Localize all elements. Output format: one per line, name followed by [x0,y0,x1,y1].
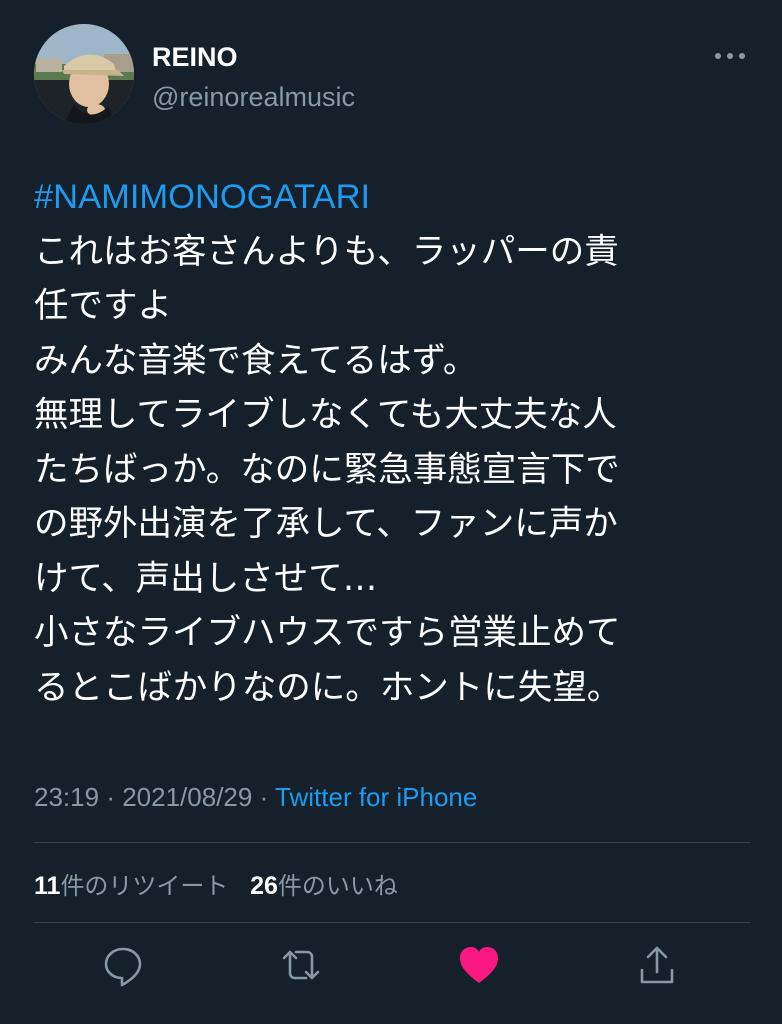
retweet-button[interactable] [276,940,326,990]
user-handle[interactable]: @reinorealmusic [152,82,355,113]
meta-separator: · [259,782,269,812]
reply-icon [104,947,142,987]
tweet-metadata: 23:19 · 2021/08/29 · Twitter for iPhone [34,782,477,813]
likes-count: 26 [250,872,278,900]
tweet-stats: 11件のリツイート 26件のいいね [34,866,412,901]
tweet-line: けて、声出しさせて… [34,558,378,599]
tweet-time: 23:19 [34,782,100,812]
divider [34,922,750,923]
tweet-line: これはお客さんよりも、ラッパーの責 [34,231,619,272]
user-display-name[interactable]: REINO [152,42,238,73]
retweets-count: 11 [34,872,61,900]
share-button[interactable] [632,940,682,990]
retweets-stat[interactable]: 11件のリツイート [34,866,228,901]
tweet-line: るとこばかりなのに。ホントに失望。 [34,667,622,708]
tweet-date[interactable]: 2021/08/29 [122,782,252,812]
meta-separator: · [106,782,115,812]
retweet-icon [282,950,320,980]
tweet-line: の野外出演を了承して、ファンに声か [34,504,618,544]
divider [34,842,750,843]
tweet-line: 小さなライブハウスですら営業止めて [34,613,621,653]
tweet-line: 任ですよ [34,286,172,326]
tweet-source-link[interactable]: Twitter for iPhone [275,782,477,812]
likes-stat[interactable]: 26件のいいね [250,866,398,901]
retweets-label: 件のリツイート [60,872,229,900]
more-dots-icon[interactable] [712,46,748,66]
reply-button[interactable] [98,940,148,990]
tweet-actions-bar [0,940,782,1000]
avatar-photo [34,24,134,124]
avatar[interactable] [34,24,134,124]
like-button[interactable] [454,940,504,990]
tweet-line: 無理してライブしなくても大丈夫な人 [34,395,617,435]
heart-icon [460,947,498,983]
hashtag-link[interactable]: #NAMIMONOGATARI [34,170,754,225]
share-icon [640,946,674,984]
tweet-body: #NAMIMONOGATARI これはお客さんよりも、ラッパーの責 任ですよ み… [34,170,754,715]
tweet-line: たちばっか。なのに緊急事態宣言下で [34,449,620,490]
likes-label: 件のいいね [277,872,398,900]
tweet-line: みんな音楽で食えてるはず。 [34,340,478,381]
tweet-header: REINO @reinorealmusic [34,24,754,128]
